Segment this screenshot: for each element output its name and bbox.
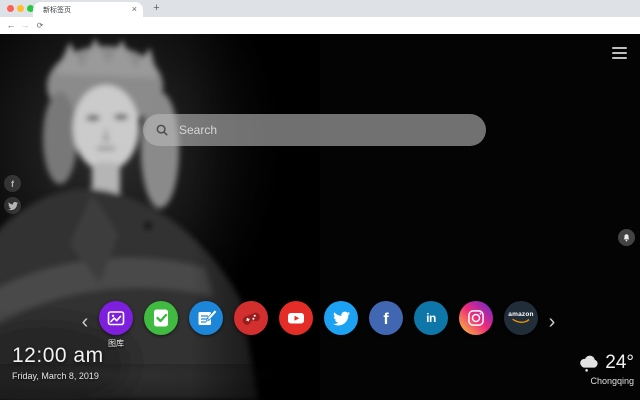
shortcut-amazon[interactable]: amazon <box>504 301 538 335</box>
dock-scroll-left-button[interactable]: ‹ <box>78 305 92 339</box>
dock-scroll-right-button[interactable]: › <box>545 305 559 339</box>
window-close-button[interactable] <box>7 5 14 12</box>
amazon-smile-icon <box>512 319 530 324</box>
twitter-icon <box>7 201 18 210</box>
shortcut-notes[interactable] <box>189 301 223 335</box>
gallery-icon <box>107 311 125 326</box>
instagram-icon <box>468 310 484 326</box>
new-tab-button[interactable]: + <box>149 1 164 16</box>
clock-widget: 12:00 am Friday, March 8, 2019 <box>12 344 104 381</box>
page-menu-icon[interactable] <box>612 47 627 59</box>
notification-bell-button[interactable] <box>618 229 635 246</box>
facebook-icon: f <box>383 311 389 328</box>
shortcut-twitter[interactable] <box>324 301 358 335</box>
notes-pencil-icon <box>198 309 218 325</box>
tab-title: 新标签页 <box>43 6 71 14</box>
shortcut-youtube[interactable] <box>279 301 313 335</box>
bell-icon <box>623 233 630 241</box>
tab-strip: 新标签页 × + <box>0 0 640 17</box>
shortcut-todo[interactable] <box>144 301 178 335</box>
shortcut-facebook[interactable]: f <box>369 301 403 335</box>
tab-close-icon[interactable]: × <box>132 5 137 14</box>
weather-city: Chongqing <box>590 376 634 386</box>
clock-date: Friday, March 8, 2019 <box>12 371 99 381</box>
search-input[interactable] <box>177 122 474 138</box>
shortcut-instagram[interactable] <box>459 301 493 335</box>
checklist-icon <box>154 309 168 327</box>
shortcut-gallery-label: 图库 <box>108 339 124 348</box>
weather-widget[interactable]: 24° Chongqing <box>566 352 634 386</box>
shortcut-linkedin[interactable]: in <box>414 301 448 335</box>
linkedin-icon: in <box>426 311 436 325</box>
screen: 新标签页 × + ← → ⟳ 在Google中搜索，或者输入一个网址 ☆ ⋮ <box>0 0 640 400</box>
back-icon[interactable]: ← <box>5 17 17 34</box>
newtab-page: f ‹ › <box>0 34 640 400</box>
search-icon <box>156 124 168 136</box>
rain-cloud-icon <box>580 355 598 372</box>
weather-temperature: 24° <box>605 352 634 373</box>
gamepad-icon <box>242 312 260 325</box>
search-bar[interactable] <box>143 114 486 146</box>
twitter-icon <box>332 311 350 325</box>
shortcut-games[interactable] <box>234 301 268 335</box>
facebook-icon: f <box>11 178 14 189</box>
window-minimize-button[interactable] <box>17 5 24 12</box>
youtube-icon <box>288 313 304 324</box>
share-twitter-button[interactable] <box>4 197 21 214</box>
shortcut-gallery[interactable]: 图库 <box>99 301 133 348</box>
reload-icon[interactable]: ⟳ <box>34 17 46 34</box>
forward-icon[interactable]: → <box>19 17 31 34</box>
browser-tab[interactable]: 新标签页 × <box>33 2 143 17</box>
browser-toolbar: ← → ⟳ 在Google中搜索，或者输入一个网址 ☆ ⋮ <box>0 17 640 49</box>
social-sidebar: f <box>4 175 21 214</box>
share-facebook-button[interactable]: f <box>4 175 21 192</box>
clock-time: 12:00 am <box>12 344 104 367</box>
